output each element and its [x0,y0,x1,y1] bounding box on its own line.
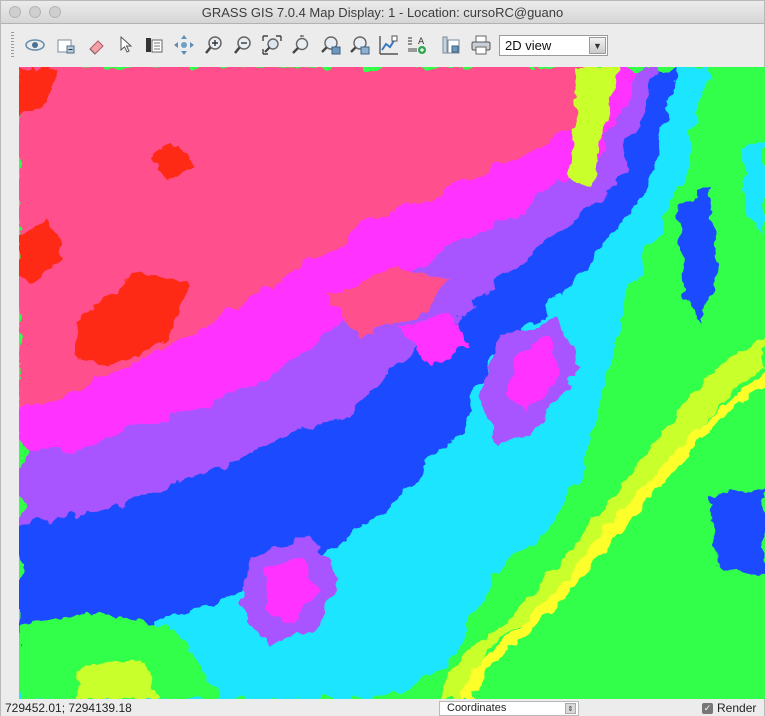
statusbar-mode-value: Coordinates [447,702,507,714]
map-toolbar: A 2D view ▼ [1,24,764,66]
pan-icon[interactable] [172,33,196,57]
view-mode-value: 2D view [505,38,552,53]
chevron-down-icon[interactable]: ▼ [589,37,606,54]
zoom-options-icon[interactable] [319,33,343,57]
svg-text:A: A [418,37,425,47]
map-canvas[interactable] [19,67,765,699]
render-map-icon[interactable] [54,33,78,57]
display-map-icon[interactable] [23,33,47,57]
render-toggle[interactable]: ✓ Render [702,701,756,715]
print-icon[interactable] [469,33,493,57]
erase-display-icon[interactable] [85,33,109,57]
analyze-icon[interactable] [377,33,401,57]
zoom-out-icon[interactable] [231,33,255,57]
zoom-back-icon[interactable] [289,33,313,57]
render-label: Render [717,701,757,715]
chevron-updown-icon[interactable]: ⇕ [565,703,576,714]
statusbar-mode-select[interactable]: Coordinates ⇕ [439,701,579,716]
zoom-in-icon[interactable] [202,33,226,57]
query-raster-icon[interactable] [142,33,166,57]
save-display-icon[interactable] [439,33,463,57]
decoration-icon[interactable]: A [405,33,429,57]
render-checkbox[interactable]: ✓ [702,702,713,714]
pointer-icon[interactable] [115,33,139,57]
toolbar-grip[interactable] [11,32,14,58]
window-title: GRASS GIS 7.0.4 Map Display: 1 - Locatio… [201,5,564,20]
view-mode-select[interactable]: 2D view ▼ [499,35,608,56]
status-bar: 729452.01; 7294139.18 Coordinates ⇕ ✓ Re… [1,700,764,716]
zoom-menu-icon[interactable] [348,33,372,57]
elevation-raster [19,67,765,699]
cursor-coordinates: 729452.01; 7294139.18 [5,701,132,715]
map-display-window: GRASS GIS 7.0.4 Map Display: 1 - Locatio… [0,0,765,716]
zoom-extent-icon[interactable] [260,33,284,57]
title-bar[interactable]: GRASS GIS 7.0.4 Map Display: 1 - Locatio… [1,1,764,24]
